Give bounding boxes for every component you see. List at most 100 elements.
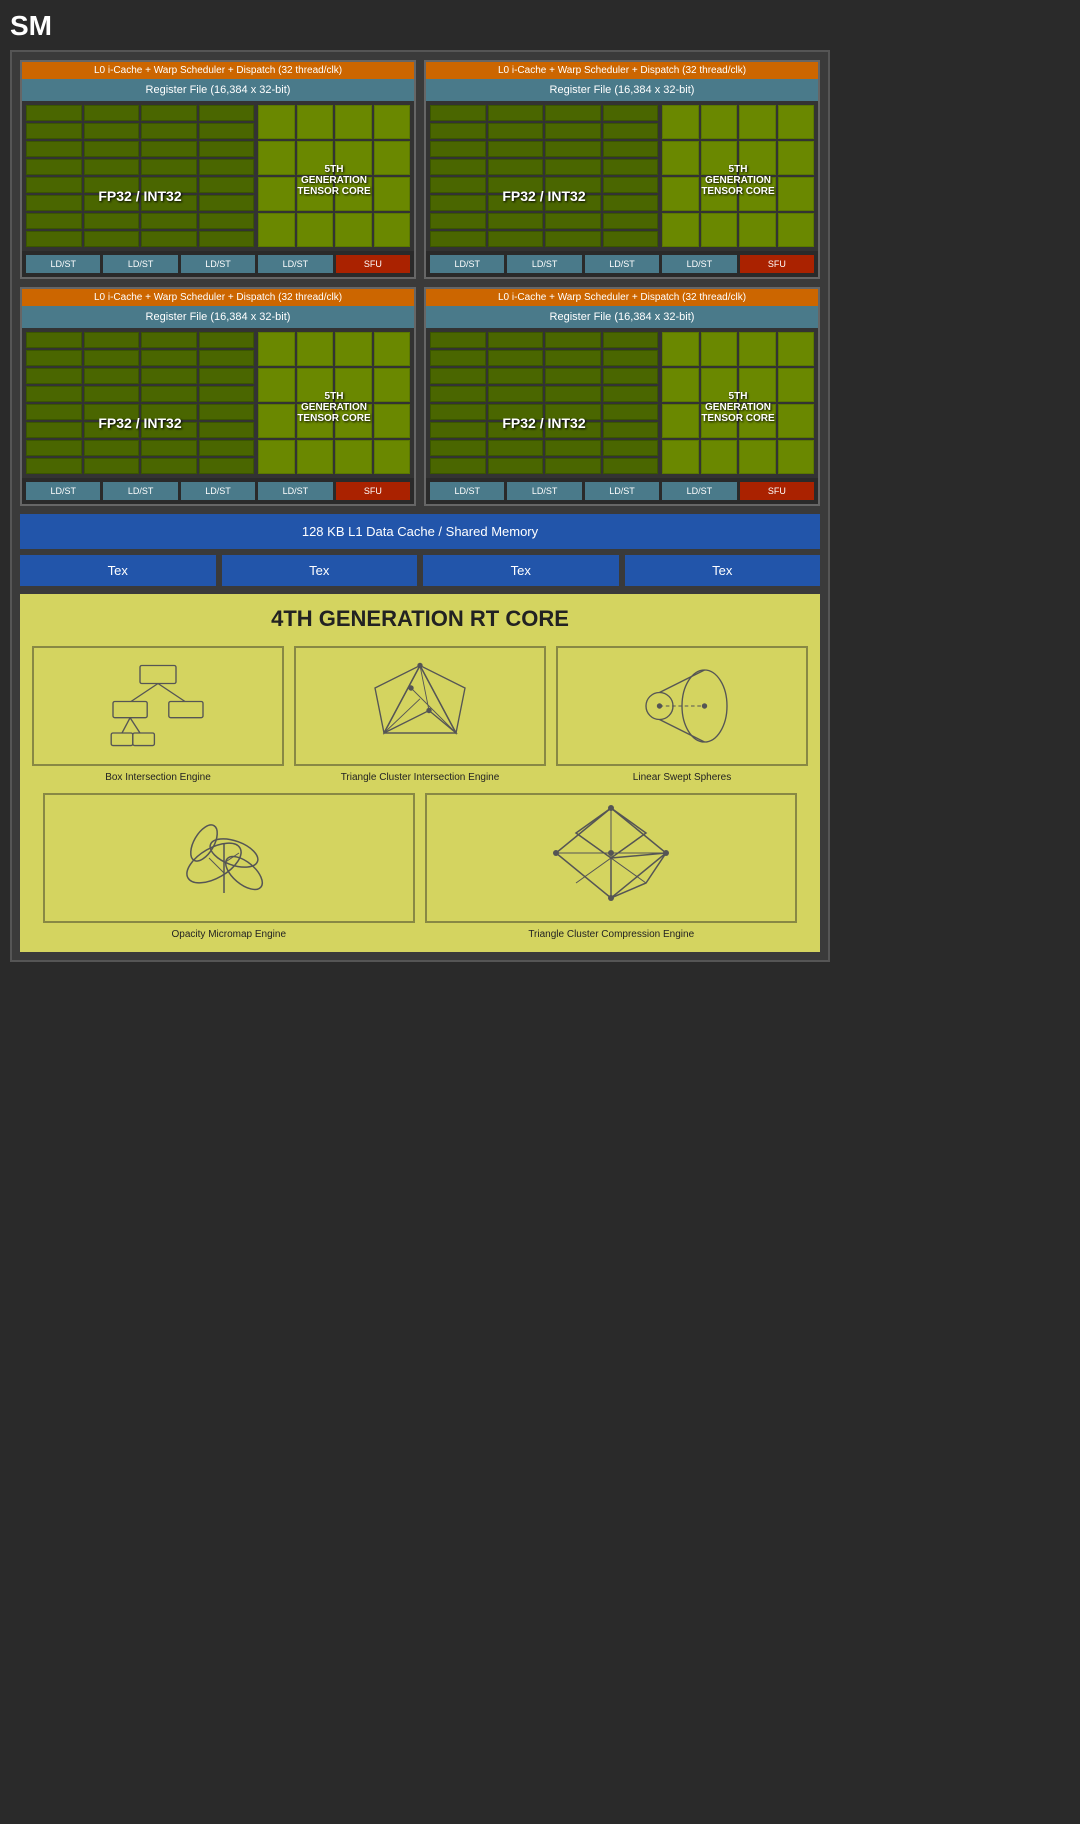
core-cell [26,177,82,193]
core-cell [84,458,140,474]
core-cell [199,231,255,247]
core-cell [199,123,255,139]
core-cell [141,177,197,193]
core-cell [26,386,82,402]
core-cell [84,105,140,121]
tensor-cell [739,105,776,139]
tensor-cell [335,440,372,474]
sm-title: SM [10,10,830,42]
core-cell [26,195,82,211]
core-cell [84,440,140,456]
core-cell [141,386,197,402]
tensor-cell [297,440,334,474]
tensor-grid-tr [662,105,814,247]
tensor-cell [374,332,411,366]
tensor-cell [739,177,776,211]
core-cell [199,368,255,384]
tex-btn-4: Tex [625,555,821,586]
quadrant-bottom-left: L0 i-Cache + Warp Scheduler + Dispatch (… [20,287,416,506]
core-cell [488,195,544,211]
tensor-cell [701,105,738,139]
core-cell [430,123,486,139]
core-cell [199,422,255,438]
quadrant-bottom-right: L0 i-Cache + Warp Scheduler + Dispatch (… [424,287,820,506]
tensor-cell [662,213,699,247]
sfu-btn-tr: SFU [740,255,814,273]
tensor-cell [258,332,295,366]
core-cell [603,177,659,193]
core-cell [603,422,659,438]
tensor-cell [258,213,295,247]
ldst-btn-14: LD/ST [507,482,581,500]
tensor-cell [701,368,738,402]
fp32-grid-br [430,332,658,474]
ldst-btn-10: LD/ST [103,482,177,500]
core-cell [26,332,82,348]
ldst-btn-4: LD/ST [258,255,332,273]
tensor-section-br: 5THGENERATIONTENSOR CORE [662,332,814,474]
core-cell [141,440,197,456]
tex-btn-3: Tex [423,555,619,586]
tensor-cell [662,368,699,402]
core-cell [26,350,82,366]
core-cell [430,159,486,175]
tensor-cell [335,368,372,402]
tensor-cell [739,404,776,438]
rt-engines-row2: Opacity Micromap Engine [32,793,808,940]
tensor-cell [335,105,372,139]
sfu-btn-bl: SFU [336,482,410,500]
ldst-btn-16: LD/ST [662,482,736,500]
tensor-cell [258,177,295,211]
core-cell [141,123,197,139]
tensor-cell [701,332,738,366]
core-cell [430,213,486,229]
tensor-cell [374,177,411,211]
tensor-cell [374,404,411,438]
ldst-btn-11: LD/ST [181,482,255,500]
ldst-btn-5: LD/ST [430,255,504,273]
register-file-tr: Register File (16,384 x 32-bit) [426,79,818,101]
warp-scheduler-tr: L0 i-Cache + Warp Scheduler + Dispatch (… [426,62,818,79]
ldst-btn-3: LD/ST [181,255,255,273]
tensor-cell [374,141,411,175]
l1-cache: 128 KB L1 Data Cache / Shared Memory [20,514,820,549]
linear-swept-spheres-label: Linear Swept Spheres [633,772,731,783]
ldst-btn-7: LD/ST [585,255,659,273]
tensor-cell [374,105,411,139]
fp32-section-br: FP32 / INT32 [430,332,658,474]
tensor-cell [335,141,372,175]
core-cell [430,231,486,247]
core-cell [545,213,601,229]
tensor-section-tr: 5THGENERATIONTENSOR CORE [662,105,814,247]
core-cell [84,177,140,193]
tensor-cell [335,177,372,211]
core-cell [141,195,197,211]
core-cell [488,332,544,348]
core-cell [545,105,601,121]
tensor-cell [739,368,776,402]
ldst-row-tr: LD/ST LD/ST LD/ST LD/ST SFU [426,251,818,277]
core-cell [141,332,197,348]
tensor-cell [778,332,815,366]
core-cell [141,159,197,175]
opacity-micromap-engine: Opacity Micromap Engine [43,793,415,940]
tensor-cell [297,213,334,247]
core-cell [545,404,601,420]
core-cell [488,368,544,384]
tensor-cell [701,141,738,175]
core-cell [545,332,601,348]
core-cell [430,350,486,366]
tensor-cell [739,213,776,247]
triangle-cluster-compression-box [425,793,797,923]
core-cell [545,177,601,193]
sm-container: L0 i-Cache + Warp Scheduler + Dispatch (… [10,50,830,962]
tex-btn-2: Tex [222,555,418,586]
tensor-cell [335,404,372,438]
register-file-tl: Register File (16,384 x 32-bit) [22,79,414,101]
core-cell [488,404,544,420]
tensor-cell [662,177,699,211]
tensor-grid-tl [258,105,410,247]
tensor-grid-bl [258,332,410,474]
core-cell [84,386,140,402]
tensor-cell [778,141,815,175]
